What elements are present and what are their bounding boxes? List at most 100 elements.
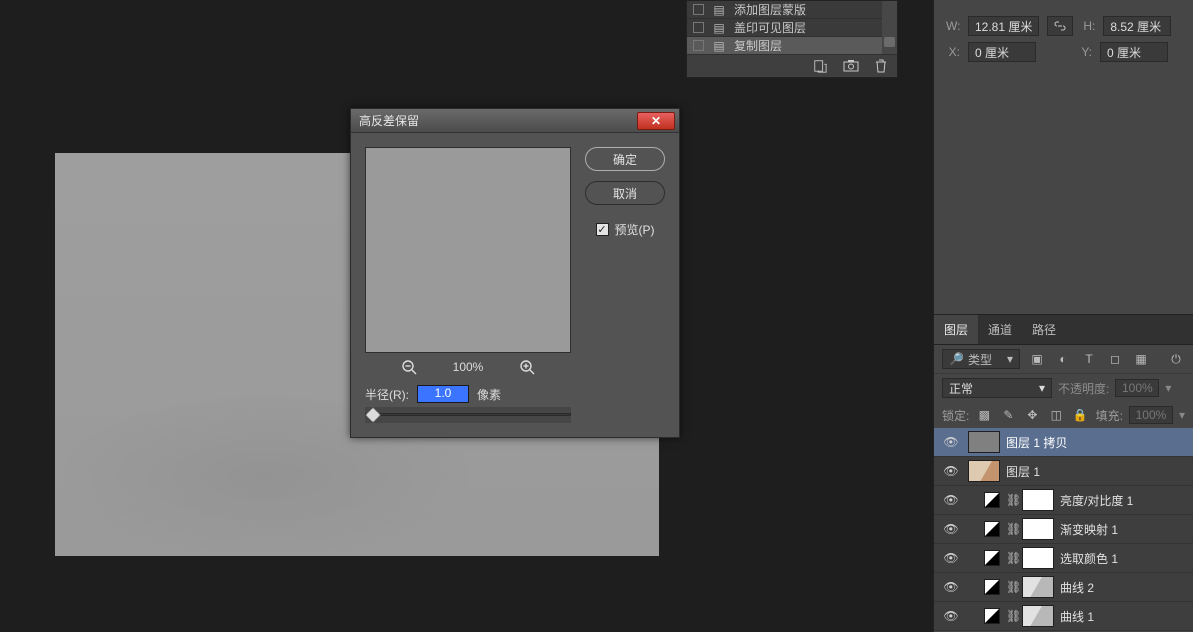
blend-mode-value: 正常 (949, 380, 973, 397)
ok-button[interactable]: 确定 (585, 147, 665, 171)
visibility-eye-icon[interactable]: 👁 (940, 551, 962, 565)
panel-tabs: 图层 通道 路径 (934, 314, 1193, 345)
layer-row[interactable]: 👁 图层 1 拷贝 (934, 428, 1193, 457)
mask-link-icon[interactable]: ⛓ (1006, 551, 1016, 565)
layer-thumbnail[interactable] (968, 460, 1000, 482)
radius-label: 半径(R): (365, 386, 409, 403)
chevron-down-icon: ▾ (1039, 381, 1045, 395)
history-item[interactable]: ▤ 复制图层 (687, 37, 897, 55)
history-item[interactable]: ▤ 盖印可见图层 (687, 19, 897, 37)
filter-pixel-icon[interactable]: ▣ (1028, 350, 1046, 368)
lock-pixels-icon[interactable]: ✎ (999, 406, 1017, 424)
visibility-eye-icon[interactable]: 👁 (940, 609, 962, 623)
width-field[interactable]: 12.81 厘米 (968, 16, 1039, 36)
blend-mode-select[interactable]: 正常 ▾ (942, 378, 1052, 398)
mask-thumbnail[interactable] (1022, 547, 1054, 569)
scrollbar-thumb[interactable] (884, 37, 895, 47)
mask-thumbnail[interactable] (1022, 605, 1054, 627)
layer-name[interactable]: 选取颜色 1 (1060, 550, 1118, 567)
layer-name[interactable]: 图层 1 拷贝 (1006, 434, 1067, 451)
layer-row[interactable]: 👁 ⛓ 曲线 1 (934, 602, 1193, 631)
trash-icon[interactable] (875, 59, 887, 73)
chevron-down-icon[interactable]: ▾ (1179, 408, 1185, 422)
adjustment-icon[interactable] (984, 579, 1000, 595)
mask-thumbnail[interactable] (1022, 518, 1054, 540)
mask-link-icon[interactable]: ⛓ (1006, 493, 1016, 507)
slider-handle[interactable] (365, 407, 382, 424)
layer-name[interactable]: 曲线 1 (1060, 608, 1094, 625)
history-item[interactable]: ▤ 添加图层蒙版 (687, 1, 897, 19)
zoom-in-icon[interactable] (519, 359, 535, 375)
radius-unit: 像素 (477, 386, 501, 403)
dialog-titlebar[interactable]: 高反差保留 ✕ (351, 109, 679, 133)
layer-name[interactable]: 渐变映射 1 (1060, 521, 1118, 538)
visibility-eye-icon[interactable]: 👁 (940, 435, 962, 449)
cancel-button[interactable]: 取消 (585, 181, 665, 205)
fill-label: 填充: (1096, 407, 1123, 424)
zoom-out-icon[interactable] (401, 359, 417, 375)
close-button[interactable]: ✕ (637, 112, 675, 130)
height-field[interactable]: 8.52 厘米 (1103, 16, 1171, 36)
lock-artboard-icon[interactable]: ◫ (1047, 406, 1065, 424)
filter-preview[interactable] (365, 147, 571, 353)
tab-channels[interactable]: 通道 (978, 315, 1022, 344)
layer-row[interactable]: 👁 ⛓ 选取颜色 1 (934, 544, 1193, 573)
history-checkbox[interactable] (693, 4, 704, 15)
visibility-eye-icon[interactable]: 👁 (940, 464, 962, 478)
x-field[interactable]: 0 厘米 (968, 42, 1036, 62)
radius-slider[interactable] (365, 407, 571, 423)
layer-name[interactable]: 曲线 2 (1060, 579, 1094, 596)
mask-thumbnail[interactable] (1022, 576, 1054, 598)
tab-paths[interactable]: 路径 (1022, 315, 1066, 344)
layer-name[interactable]: 亮度/对比度 1 (1060, 492, 1133, 509)
layers-list: 👁 图层 1 拷贝 👁 图层 1 👁 ⛓ 亮度/对比度 1 👁 ⛓ 渐变映射 1 (934, 428, 1193, 631)
layers-stack-icon: ▤ (712, 39, 726, 53)
link-wh-icon[interactable] (1047, 16, 1073, 36)
layer-row[interactable]: 👁 ⛓ 渐变映射 1 (934, 515, 1193, 544)
y-field[interactable]: 0 厘米 (1100, 42, 1168, 62)
layer-name[interactable]: 图层 1 (1006, 463, 1040, 480)
fill-field[interactable]: 100% (1129, 406, 1173, 424)
high-pass-dialog: 高反差保留 ✕ 100% 半径(R): 1.0 像素 (350, 108, 680, 438)
preview-checkbox[interactable]: ✓ (596, 223, 609, 236)
visibility-eye-icon[interactable]: 👁 (940, 493, 962, 507)
filter-type-icon[interactable]: T (1080, 350, 1098, 368)
chevron-down-icon: ▾ (1007, 352, 1013, 366)
layers-stack-icon: ▤ (712, 3, 726, 17)
mask-thumbnail[interactable] (1022, 489, 1054, 511)
adjustment-icon[interactable] (984, 492, 1000, 508)
visibility-eye-icon[interactable]: 👁 (940, 522, 962, 536)
new-document-icon[interactable] (813, 59, 827, 73)
adjustment-icon[interactable] (984, 608, 1000, 624)
snapshot-camera-icon[interactable] (843, 59, 859, 73)
lock-position-icon[interactable]: ✥ (1023, 406, 1041, 424)
tab-layers[interactable]: 图层 (934, 315, 978, 344)
zoom-percentage: 100% (453, 360, 484, 374)
adjustment-icon[interactable] (984, 550, 1000, 566)
radius-input[interactable]: 1.0 (417, 385, 469, 403)
filter-shape-icon[interactable]: ◻ (1106, 350, 1124, 368)
height-label: H: (1081, 19, 1095, 33)
dialog-title: 高反差保留 (359, 112, 419, 129)
history-panel: ▤ 添加图层蒙版 ▤ 盖印可见图层 ▤ 复制图层 (686, 0, 898, 78)
adjustment-icon[interactable] (984, 521, 1000, 537)
mask-link-icon[interactable]: ⛓ (1006, 609, 1016, 623)
layer-row[interactable]: 👁 ⛓ 亮度/对比度 1 (934, 486, 1193, 515)
lock-transparent-icon[interactable]: ▩ (975, 406, 993, 424)
filter-toggle-icon[interactable]: ⏻ (1167, 350, 1185, 368)
filter-smart-icon[interactable]: ▦ (1132, 350, 1150, 368)
visibility-eye-icon[interactable]: 👁 (940, 580, 962, 594)
layer-thumbnail[interactable] (968, 431, 1000, 453)
opacity-field[interactable]: 100% (1115, 379, 1159, 397)
lock-all-icon[interactable]: 🔒 (1071, 406, 1089, 424)
history-checkbox[interactable] (693, 40, 704, 51)
layer-row[interactable]: 👁 图层 1 (934, 457, 1193, 486)
history-scrollbar[interactable] (882, 1, 897, 54)
mask-link-icon[interactable]: ⛓ (1006, 522, 1016, 536)
layer-row[interactable]: 👁 ⛓ 曲线 2 (934, 573, 1193, 602)
filter-adjust-icon[interactable]: ◐ (1054, 350, 1072, 368)
chevron-down-icon[interactable]: ▾ (1165, 381, 1171, 395)
layer-kind-filter[interactable]: 🔎 类型 ▾ (942, 349, 1020, 369)
mask-link-icon[interactable]: ⛓ (1006, 580, 1016, 594)
history-checkbox[interactable] (693, 22, 704, 33)
